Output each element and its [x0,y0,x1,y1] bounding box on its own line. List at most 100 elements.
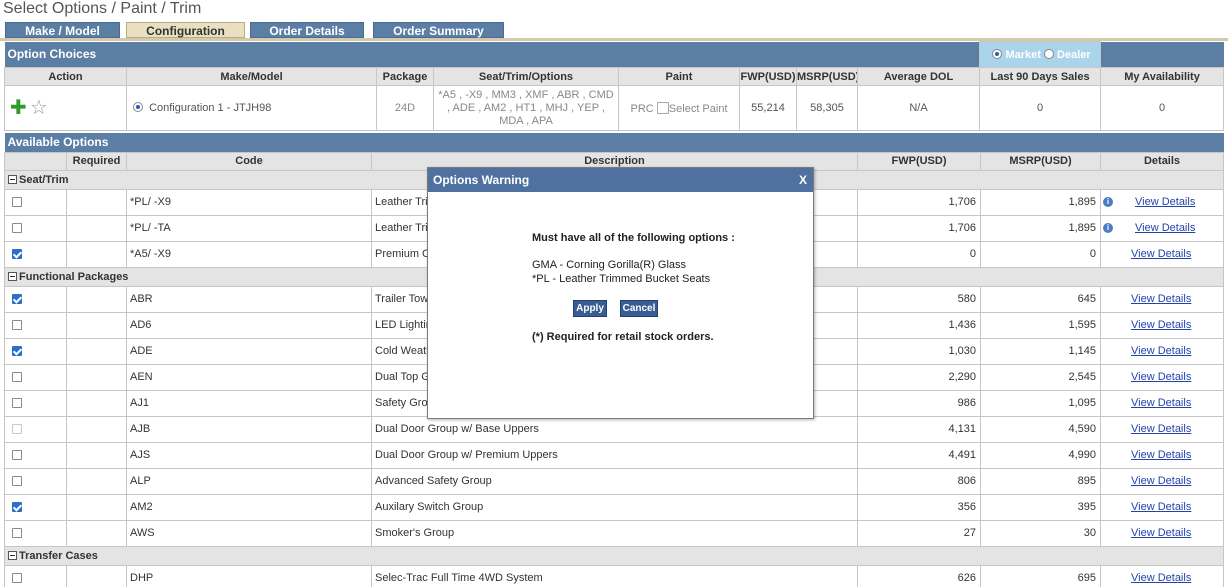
tab-order-summary[interactable]: Order Summary [373,22,504,38]
option-fwp: 1,030 [857,337,981,365]
details-cell: View Details [1099,389,1225,417]
option-fwp: 0 [857,240,981,268]
option-checkbox[interactable] [12,372,22,383]
view-details-link[interactable]: View Details [1131,527,1191,539]
select-cell [4,493,67,521]
tab-make-model[interactable]: Make / Model [5,22,120,38]
option-checkbox[interactable] [12,398,22,409]
market-radio[interactable] [992,48,1003,59]
details-cell: View Details [1099,467,1225,495]
option-msrp-value: 1,095 [1068,397,1096,409]
option-msrp-value: 30 [1083,527,1096,539]
col-package: Package [376,67,434,86]
option-checkbox[interactable] [12,528,22,539]
view-details-link[interactable]: View Details [1135,222,1195,234]
col-details: Details [1099,151,1225,171]
view-details-link[interactable]: View Details [1131,345,1191,357]
option-checkbox[interactable] [12,294,22,305]
info-icon[interactable]: i [1103,223,1113,233]
option-msrp-value: 1,895 [1068,196,1096,208]
option-checkbox[interactable] [12,320,22,331]
apply-button[interactable]: Apply [573,300,607,317]
view-details-link[interactable]: View Details [1131,475,1191,487]
option-checkbox[interactable] [12,573,22,584]
view-details-link[interactable]: View Details [1131,293,1191,305]
collapse-icon[interactable] [8,550,17,560]
tab-order-details[interactable]: Order Details [250,22,364,38]
option-checkbox[interactable] [12,502,22,513]
option-checkbox[interactable] [12,249,22,260]
select-cell [4,519,67,547]
configuration-radio[interactable] [133,102,143,112]
col-paint: Paint [618,67,740,86]
required-note: (*) Required for retail stock orders. [532,331,714,343]
details-cell: View Details [1099,311,1225,339]
view-details-link[interactable]: View Details [1131,371,1191,383]
collapse-icon[interactable] [8,271,17,281]
paint-code: PRC [630,102,654,115]
view-details-link[interactable]: View Details [1131,248,1191,260]
view-details-link[interactable]: View Details [1131,397,1191,409]
view-details-link[interactable]: View Details [1131,319,1191,331]
option-msrp: 395 [980,493,1101,521]
details-cell: View Details [1099,493,1225,521]
option-choices-bar-end [1100,41,1224,68]
view-details-link[interactable]: View Details [1131,572,1191,584]
col-average-dol: Average DOL [856,67,981,86]
favorite-star-icon[interactable]: ☆ [30,97,48,119]
required-cell [66,389,127,417]
option-msrp-value: 1,595 [1068,319,1096,331]
option-row: ALP Advanced Safety Group 806 895 View Detai… [4,467,1225,495]
tab-configuration[interactable]: Configuration [126,22,245,38]
option-description: Dual Door Group w/ Base Uppers [371,415,858,443]
option-code: AM2 [126,493,372,521]
view-details-link[interactable]: View Details [1135,196,1195,208]
cancel-button[interactable]: Cancel [620,300,658,317]
option-checkbox[interactable] [12,450,22,461]
option-checkbox[interactable] [12,476,22,487]
option-msrp: 895 [980,467,1101,495]
details-cell: View Details [1099,441,1225,469]
view-details-link[interactable]: View Details [1131,501,1191,513]
available-options-title: Available Options [7,135,109,150]
details-cell: View Details [1099,285,1225,313]
option-msrp-value: 0 [1089,248,1096,260]
required-cell [66,188,127,216]
option-msrp: 1,895 [980,214,1101,242]
option-code: AJ1 [126,389,372,417]
dealer-radio[interactable] [1043,48,1054,59]
option-row: AWS Smoker's Group 27 30 View Details [4,519,1225,547]
info-icon[interactable]: i [1103,197,1113,207]
option-checkbox[interactable] [12,223,22,234]
option-checkbox[interactable] [12,346,22,357]
option-code: ABR [126,285,372,313]
option-msrp: 645 [980,285,1101,313]
required-cell [66,467,127,495]
select-paint-image[interactable]: Select Paint [656,101,728,115]
tab-bar: Make / Model Configuration Order Details… [0,21,1228,41]
option-code: *A5/ -X9 [126,240,372,268]
option-checkbox[interactable] [12,197,22,208]
required-cell [66,415,127,443]
option-msrp-value: 4,990 [1068,449,1096,461]
details-cell: View Details [1099,240,1225,268]
view-details-link[interactable]: View Details [1131,423,1191,435]
option-row: AM2 Auxilary Switch Group 356 395 View Detai… [4,493,1225,521]
close-icon[interactable]: X [799,168,807,192]
option-choices-title: Option Choices [7,47,97,62]
required-option-item: GMA - Corning Gorilla(R) Glass [532,259,687,271]
option-msrp: 4,990 [980,441,1101,469]
add-icon[interactable]: ✚ [10,97,27,119]
option-checkbox [12,424,22,435]
select-cell [4,441,67,469]
details-cell: i View Details [1099,188,1225,216]
option-msrp-value: 645 [1077,293,1096,305]
view-details-link[interactable]: View Details [1131,449,1191,461]
collapse-icon[interactable] [8,174,17,184]
col-fwp: FWP(USD) [739,67,797,86]
dealer-label: Dealer [1057,48,1091,61]
msrp-cell: 58,305 [796,85,858,131]
select-cell [4,564,67,587]
option-description: Smoker's Group [371,519,858,547]
option-msrp: 4,590 [980,415,1101,443]
